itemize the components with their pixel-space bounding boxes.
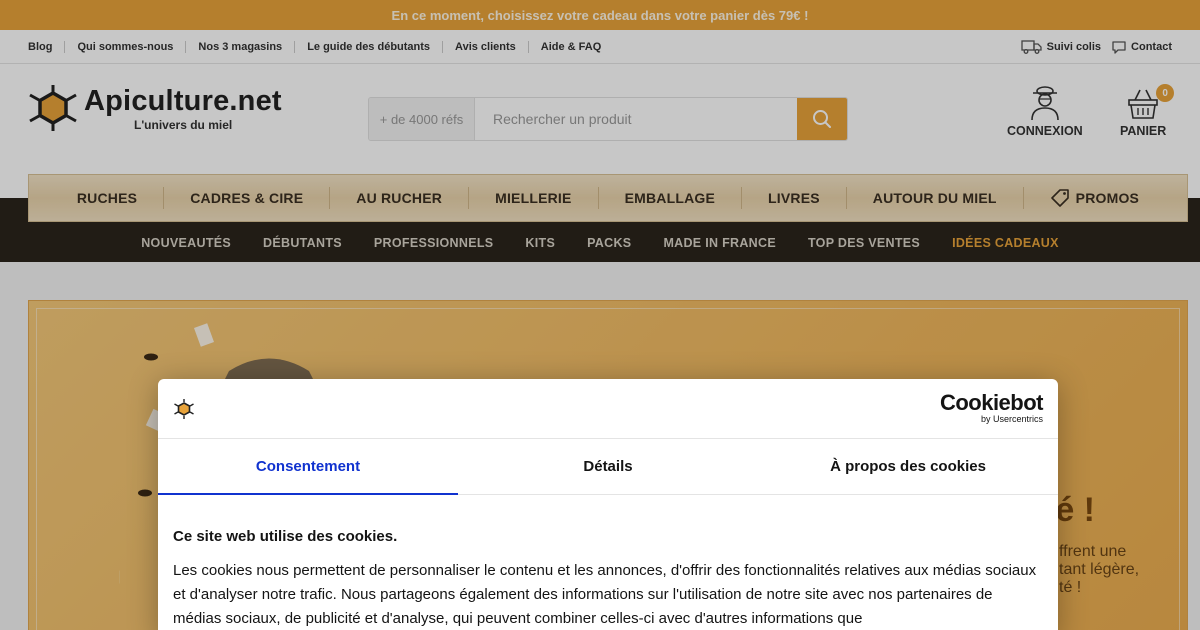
cookie-heading: Ce site web utilise des cookies. — [173, 528, 398, 545]
cookie-dialog-body: Ce site web utilise des cookies. Les coo… — [158, 495, 1058, 630]
cookiebot-brand: Cookiebot — [939, 390, 1044, 415]
cookie-consent-dialog: Cookiebot by Usercentrics Consentement D… — [158, 379, 1058, 630]
tab-about-cookies[interactable]: À propos des cookies — [758, 439, 1058, 494]
site-favicon-icon — [174, 398, 194, 419]
cookie-description: Les cookies nous permettent de personnal… — [173, 562, 1037, 627]
cookie-dialog-header: Cookiebot by Usercentrics — [158, 379, 1058, 439]
cookiebot-logo: Cookiebot by Usercentrics — [939, 390, 1044, 425]
tab-consentement[interactable]: Consentement — [158, 439, 458, 495]
cookiebot-brand-sub: by Usercentrics — [980, 414, 1043, 424]
cookie-tabs: Consentement Détails À propos des cookie… — [158, 439, 1058, 495]
tab-details[interactable]: Détails — [458, 439, 758, 494]
